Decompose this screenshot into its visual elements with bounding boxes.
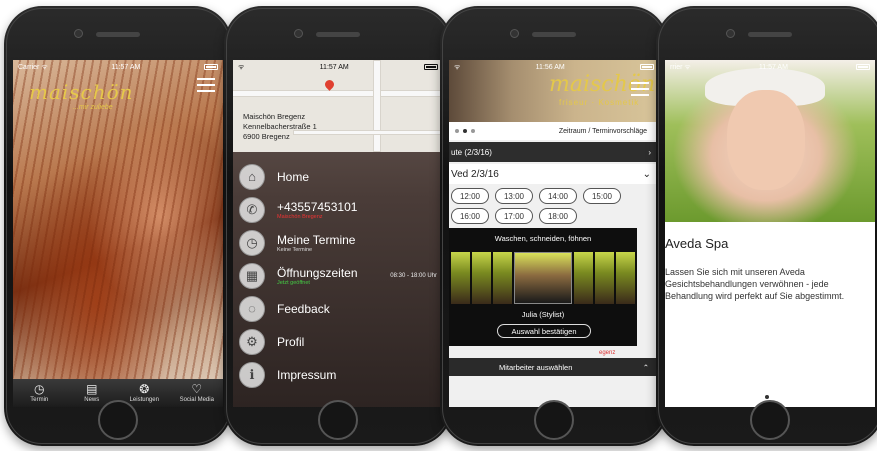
time-slot[interactable]: 14:00 [539,188,577,204]
time-slot[interactable]: 16:00 [451,208,489,224]
select-staff-bar[interactable]: Mitarbeiter auswählen ⌃ [449,358,659,376]
map-pin-icon [323,78,336,91]
menu-screen: Maischön Bregenz Kennelbacherstraße 1 69… [233,60,443,407]
speaker [748,32,792,37]
battery-icon [640,64,654,70]
battery-icon [203,64,218,70]
menu-item-impressum[interactable]: ℹ Impressum [233,358,443,391]
chevron-up-icon: ⌃ [642,362,649,372]
info-icon: ℹ [239,361,265,388]
status-bar: ᯤ 11:57 AM [233,60,443,74]
calendar-icon: ▦ [239,262,265,289]
status-bar: rrier ᯤ 11:57 AM [665,60,875,74]
speaker [96,32,140,37]
tab-social-media[interactable]: ♡ Social Media [171,379,224,407]
home-button[interactable] [318,400,358,440]
home-icon: ⌂ [239,163,265,190]
gear-icon: ⚙ [239,328,265,355]
menu-item-home[interactable]: ⌂ Home [233,160,443,193]
hamburger-menu-icon[interactable] [631,82,649,96]
home-screen: Carrier ᯤ 11:57 AM maischön ...mir zulie… [13,60,223,407]
battery-icon [856,64,870,70]
speaker [532,32,576,37]
logo-subtitle: friseur · Kosmetik [559,98,640,107]
home-button[interactable] [98,400,138,440]
menu-item-phone[interactable]: ✆ +43557453101 Maischön Bregenz [233,193,443,226]
spa-screen: rrier ᯤ 11:57 AM Aveda Spa Lassen Sie si… [665,60,875,407]
date-header[interactable]: Ved 2/3/16 ⌄ [449,164,659,184]
aperture-icon: ❂ [139,382,150,396]
stylist-name: Julia (Stylist) [521,310,565,319]
menu-item-oeffnungszeiten[interactable]: ▦ Öffnungszeiten Jetzt geöffnet 08:30 - 1… [233,259,443,292]
chevron-right-icon: › [648,147,651,157]
time-slot[interactable]: 15:00 [583,188,621,204]
camera [294,29,303,38]
heart-icon: ♡ [191,382,203,396]
wifi-icon: ᯤ [238,63,245,71]
phone-icon: ✆ [239,196,265,223]
time-slot[interactable]: 18:00 [539,208,577,224]
home-button[interactable] [750,400,790,440]
clock-icon: ◷ [34,382,45,396]
side-menu: ⌂ Home ✆ +43557453101 Maischön Bregenz ◷ … [233,160,443,391]
page-indicator [765,395,769,399]
phone-3: maischön friseur · Kosmetik ᯤ 11:56 AM Z… [440,6,668,446]
speaker [316,32,360,37]
confirm-selection-button[interactable]: Auswahl bestätigen [497,324,591,338]
wifi-icon: ᯤ [454,63,461,71]
menu-item-feedback[interactable]: ◌ Feedback [233,292,443,325]
chevron-down-icon: ⌄ [642,168,651,180]
description: Lassen Sie sich mit unseren Aveda Gesich… [665,267,845,301]
battery-icon [424,64,438,70]
time-slot[interactable]: 17:00 [495,208,533,224]
selected-stylist-photo [513,252,573,304]
service-title: Waschen, schneiden, föhnen [494,234,592,243]
phone-4: rrier ᯤ 11:57 AM Aveda Spa Lassen Sie si… [656,6,877,446]
phone-2: Maischön Bregenz Kennelbacherstraße 1 69… [224,6,452,446]
spa-photo [665,60,875,222]
time-slots: 12:00 13:00 14:00 15:00 16:00 17:00 18:0… [449,188,659,224]
camera [510,29,519,38]
phone-1: Carrier ᯤ 11:57 AM maischön ...mir zulie… [4,6,232,446]
menu-item-meine-termine[interactable]: ◷ Meine Termine Keine Termine [233,226,443,259]
booking-screen: maischön friseur · Kosmetik ᯤ 11:56 AM Z… [449,60,659,407]
camera [726,29,735,38]
stylist-carousel[interactable] [449,252,637,304]
opening-hours: 08:30 - 18:00 Uhr [390,272,437,279]
hamburger-menu-icon[interactable] [197,78,215,92]
menu-item-profil[interactable]: ⚙ Profil [233,325,443,358]
date-selector-row[interactable]: ute (2/3/16) › [449,142,659,162]
stylist-picker-popup: Waschen, schneiden, föhnen Julia (Stylis… [449,228,637,346]
status-bar: ᯤ 11:56 AM [449,60,659,74]
page-indicator [455,129,475,133]
chat-bubble-icon: ◌ [239,295,265,322]
tab-termin[interactable]: ◷ Termin [13,379,66,407]
address: Maischön Bregenz Kennelbacherstraße 1 69… [243,112,317,141]
time-slot[interactable]: 12:00 [451,188,489,204]
time-slot[interactable]: 13:00 [495,188,533,204]
app-logo: maischön [29,80,134,104]
clock-icon: ◷ [239,229,265,256]
page-title: Aveda Spa [665,236,729,251]
app-tagline: ...mir zuliebe [73,104,113,111]
status-bar: Carrier ᯤ 11:57 AM [13,60,223,74]
newspaper-icon: ▤ [86,382,98,396]
home-button[interactable] [534,400,574,440]
camera [74,29,83,38]
booking-header: Zeitraum / Terminvorschläge [449,122,659,140]
